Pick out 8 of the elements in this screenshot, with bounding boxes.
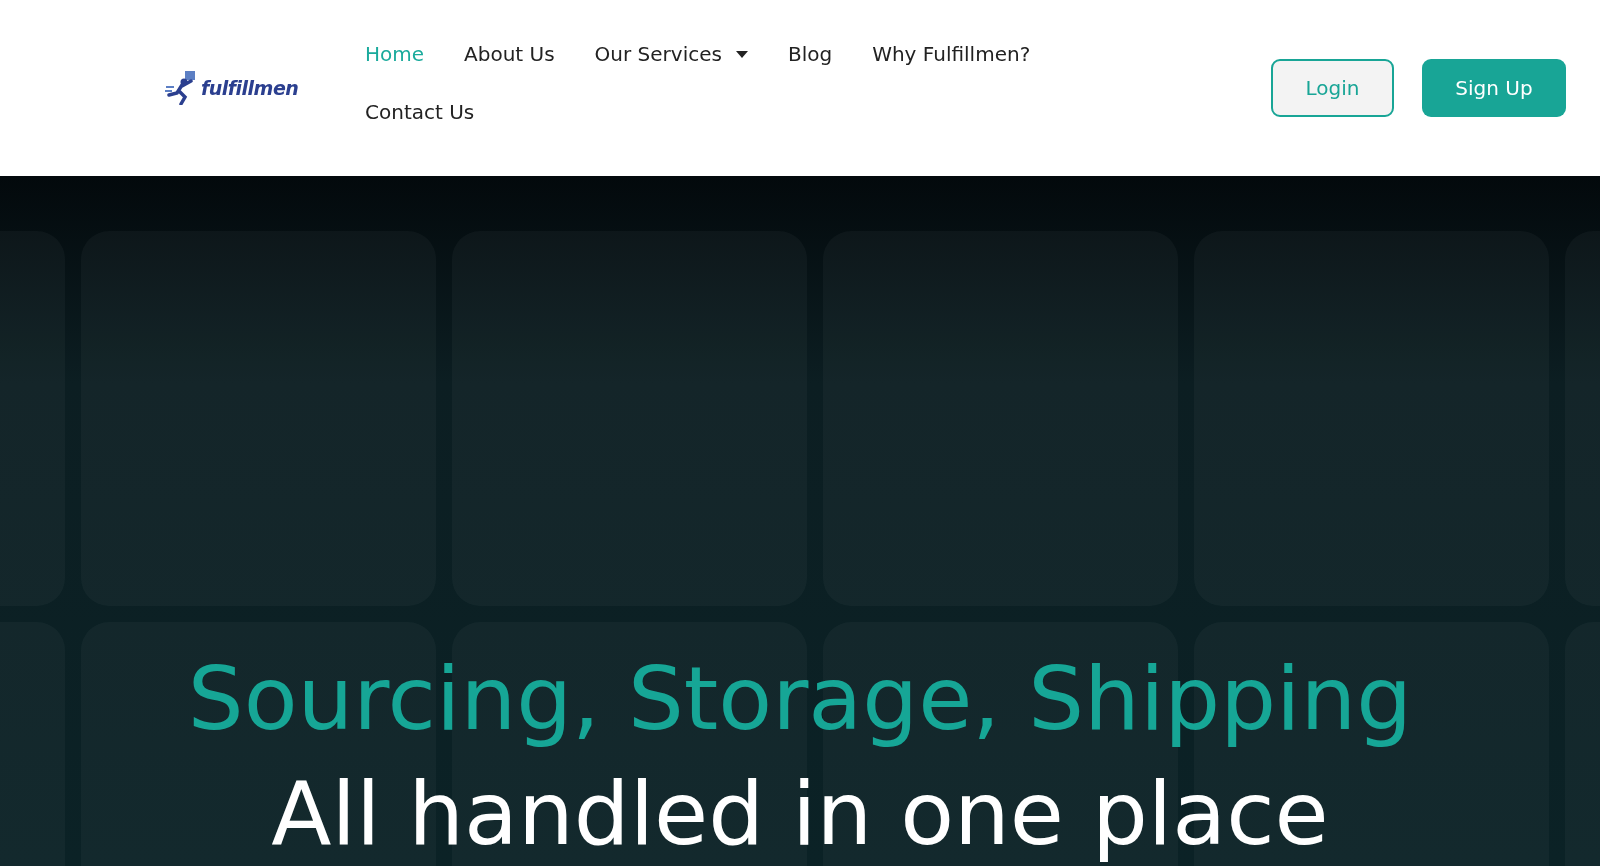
nav-link[interactable]: Our Services bbox=[594, 42, 748, 66]
nav-link[interactable]: About Us bbox=[464, 42, 555, 66]
nav-link[interactable]: Blog bbox=[787, 42, 833, 66]
hero-subheadline: All handled in one place bbox=[270, 760, 1330, 866]
hero-headline: Sourcing, Storage, Shipping bbox=[186, 651, 1414, 748]
nav-link[interactable]: Contact Us bbox=[365, 100, 475, 124]
logo[interactable]: fulfillmen bbox=[201, 77, 299, 99]
nav-link[interactable]: Why Fulfillmen? bbox=[872, 42, 1031, 66]
